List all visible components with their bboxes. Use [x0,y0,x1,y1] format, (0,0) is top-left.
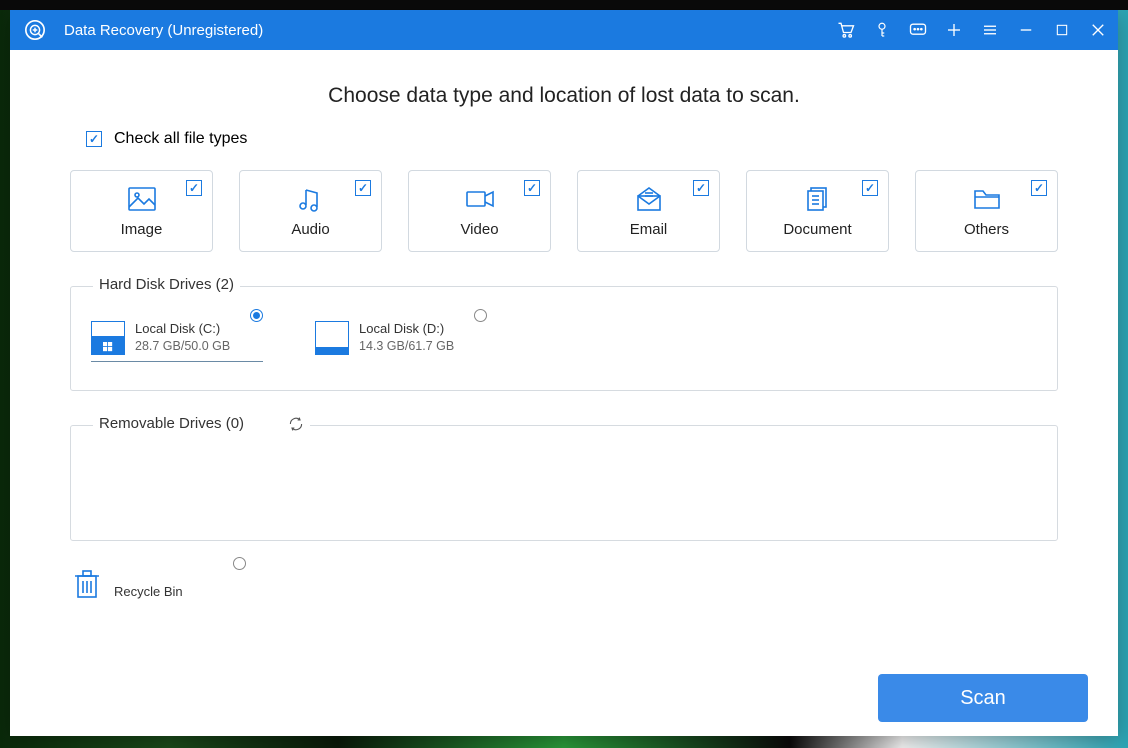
refresh-icon[interactable] [288,416,304,432]
drive-c-name: Local Disk (C:) [135,321,230,336]
check-all-checkbox[interactable] [86,131,102,147]
disk-icon [315,321,349,355]
drive-c-size: 28.7 GB/50.0 GB [135,339,230,353]
menu-icon[interactable] [980,20,1000,40]
trash-icon [74,569,100,599]
audio-icon [295,185,327,213]
app-logo-icon [24,19,46,41]
card-document-checkbox[interactable] [862,180,878,196]
app-window: Data Recovery (Unregistered) Choose data… [10,10,1118,736]
hard-disk-title: Hard Disk Drives (2) [93,276,240,293]
removable-group: Removable Drives (0) [70,425,1058,541]
card-others-checkbox[interactable] [1031,180,1047,196]
close-icon[interactable] [1088,20,1108,40]
drive-c[interactable]: Local Disk (C:) 28.7 GB/50.0 GB [87,315,267,370]
page-heading: Choose data type and location of lost da… [70,84,1058,108]
card-video-label: Video [460,221,498,238]
drive-d[interactable]: Local Disk (D:) 14.3 GB/61.7 GB [311,315,491,370]
recycle-label: Recycle Bin [114,584,183,599]
drive-c-radio[interactable] [250,309,263,322]
recycle-bin[interactable]: Recycle Bin [70,563,250,605]
video-icon [464,185,496,213]
drive-d-radio[interactable] [474,309,487,322]
card-document[interactable]: Document [746,170,889,252]
card-audio-label: Audio [291,221,329,238]
check-all-label: Check all file types [114,130,247,148]
card-email-checkbox[interactable] [693,180,709,196]
minimize-icon[interactable] [1016,20,1036,40]
drive-d-size: 14.3 GB/61.7 GB [359,339,454,353]
card-others[interactable]: Others [915,170,1058,252]
check-all-row[interactable]: Check all file types [86,130,1058,148]
card-audio[interactable]: Audio [239,170,382,252]
main-content: Choose data type and location of lost da… [10,50,1118,736]
card-video[interactable]: Video [408,170,551,252]
removable-title: Removable Drives (0) [93,415,310,432]
chat-icon[interactable] [908,20,928,40]
card-audio-checkbox[interactable] [355,180,371,196]
title-bar: Data Recovery (Unregistered) [10,10,1118,50]
title-bar-actions [836,20,1108,40]
cart-icon[interactable] [836,20,856,40]
card-image-checkbox[interactable] [186,180,202,196]
recycle-radio[interactable] [233,557,246,570]
image-icon [126,185,158,213]
card-email[interactable]: Email [577,170,720,252]
folder-icon [971,185,1003,213]
document-icon [802,185,834,213]
maximize-icon[interactable] [1052,20,1072,40]
card-document-label: Document [783,221,851,238]
app-title: Data Recovery (Unregistered) [64,22,836,39]
file-type-cards: Image Audio Video Em [70,170,1058,252]
hard-disk-group: Hard Disk Drives (2) Local Disk (C:) 28.… [70,286,1058,391]
key-icon[interactable] [872,20,892,40]
card-image-label: Image [121,221,163,238]
card-email-label: Email [630,221,668,238]
email-icon [633,185,665,213]
card-others-label: Others [964,221,1009,238]
scan-button[interactable]: Scan [878,674,1088,722]
plus-icon[interactable] [944,20,964,40]
drive-d-name: Local Disk (D:) [359,321,454,336]
disk-icon [91,321,125,355]
card-image[interactable]: Image [70,170,213,252]
card-video-checkbox[interactable] [524,180,540,196]
